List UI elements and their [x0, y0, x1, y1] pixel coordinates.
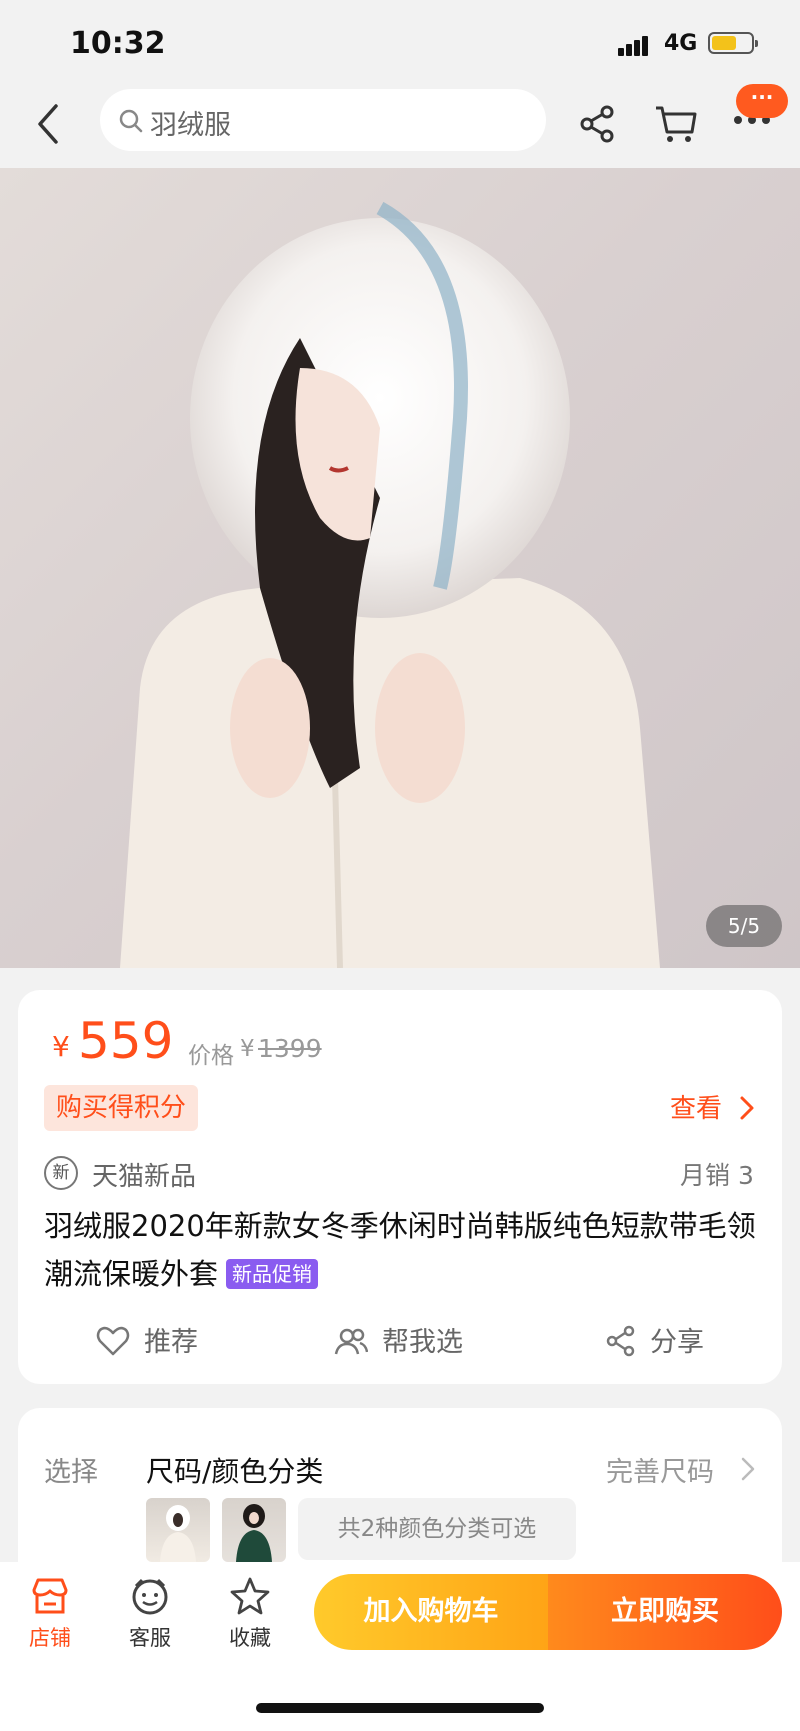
price-currency: ¥	[52, 1030, 70, 1063]
cart-icon[interactable]	[654, 104, 698, 144]
signal-icon	[618, 34, 650, 56]
new-product-icon: 新	[44, 1156, 78, 1190]
service-tab-label[interactable]: 客服	[110, 1622, 190, 1652]
chevron-right-icon[interactable]	[740, 1456, 756, 1482]
heart-icon[interactable]	[96, 1324, 130, 1358]
home-indicator[interactable]	[256, 1703, 544, 1713]
tmall-new-label: 天猫新品	[92, 1162, 197, 1192]
monthly-sales: 月销 3	[680, 1161, 754, 1190]
size-complete-link[interactable]: 完善尺码	[606, 1450, 714, 1489]
back-icon[interactable]	[30, 100, 70, 148]
view-points-link[interactable]: 查看	[670, 1088, 722, 1125]
product-title: 羽绒服2020年新款女冬季休闲时尚韩版纯色短款带毛领潮流保暖外套 新品促销	[44, 1202, 774, 1298]
points-badge[interactable]: 购买得积分	[44, 1085, 199, 1131]
current-price: 559	[78, 1012, 174, 1070]
original-price-currency: ¥	[240, 1036, 255, 1062]
options-value[interactable]: 尺码/颜色分类	[146, 1450, 323, 1490]
colors-count-chip[interactable]: 共2种颜色分类可选	[298, 1498, 576, 1560]
original-price-label: 价格	[188, 1043, 234, 1069]
options-label: 选择	[44, 1457, 98, 1488]
help-choose-button[interactable]: 帮我选	[382, 1320, 463, 1359]
original-price: 1399	[258, 1034, 322, 1063]
product-image[interactable]	[0, 168, 800, 968]
buy-now-button[interactable]: 立即购买	[548, 1574, 782, 1650]
status-time: 10:32	[70, 26, 166, 61]
network-label: 4G	[664, 31, 698, 56]
star-icon[interactable]	[230, 1576, 270, 1616]
share-icon[interactable]	[604, 1324, 638, 1358]
search-input[interactable]: 羽绒服	[150, 103, 231, 142]
product-photo-illustration	[120, 201, 660, 968]
service-icon[interactable]	[130, 1576, 170, 1616]
recommend-button[interactable]: 推荐	[144, 1320, 198, 1359]
store-tab-label[interactable]: 店铺	[10, 1622, 90, 1652]
share-icon[interactable]	[578, 104, 618, 144]
search-icon	[119, 109, 143, 133]
promo-badge: 新品促销	[226, 1259, 319, 1289]
chevron-right-icon[interactable]	[738, 1094, 756, 1122]
add-to-cart-button[interactable]: 加入购物车	[314, 1574, 548, 1650]
product-title-text: 羽绒服2020年新款女冬季休闲时尚韩版纯色短款带毛领潮流保暖外套	[44, 1209, 756, 1291]
image-pager: 5/5	[706, 905, 782, 947]
color-thumbnail-white[interactable]	[146, 1498, 210, 1562]
battery-icon	[708, 32, 758, 54]
message-badge[interactable]: ···	[736, 84, 788, 118]
favorite-tab-label[interactable]: 收藏	[210, 1622, 290, 1652]
share-button[interactable]: 分享	[650, 1320, 704, 1359]
people-icon[interactable]	[334, 1324, 368, 1358]
color-thumbnail-green[interactable]	[222, 1498, 286, 1562]
store-icon[interactable]	[30, 1576, 70, 1616]
